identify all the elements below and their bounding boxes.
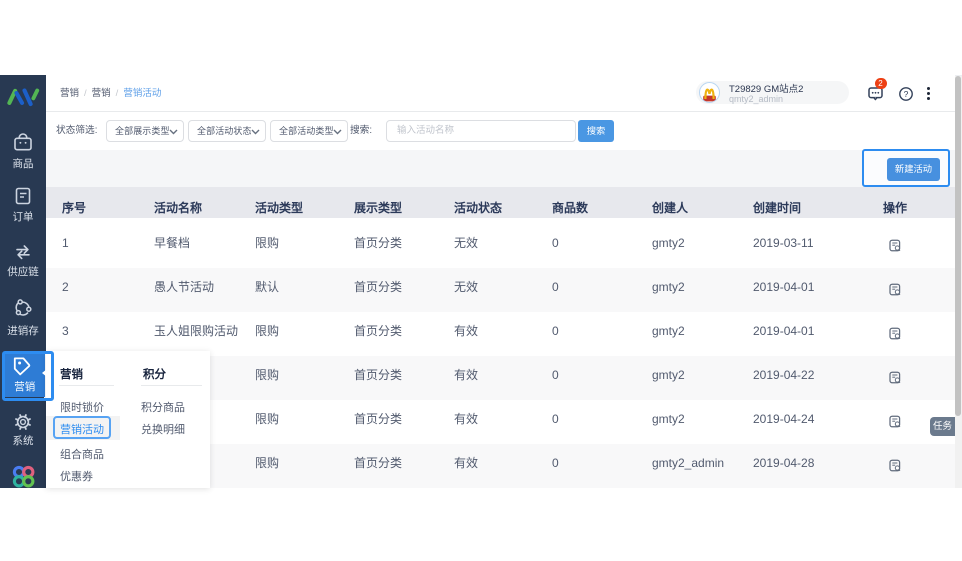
- svg-text:?: ?: [904, 89, 909, 99]
